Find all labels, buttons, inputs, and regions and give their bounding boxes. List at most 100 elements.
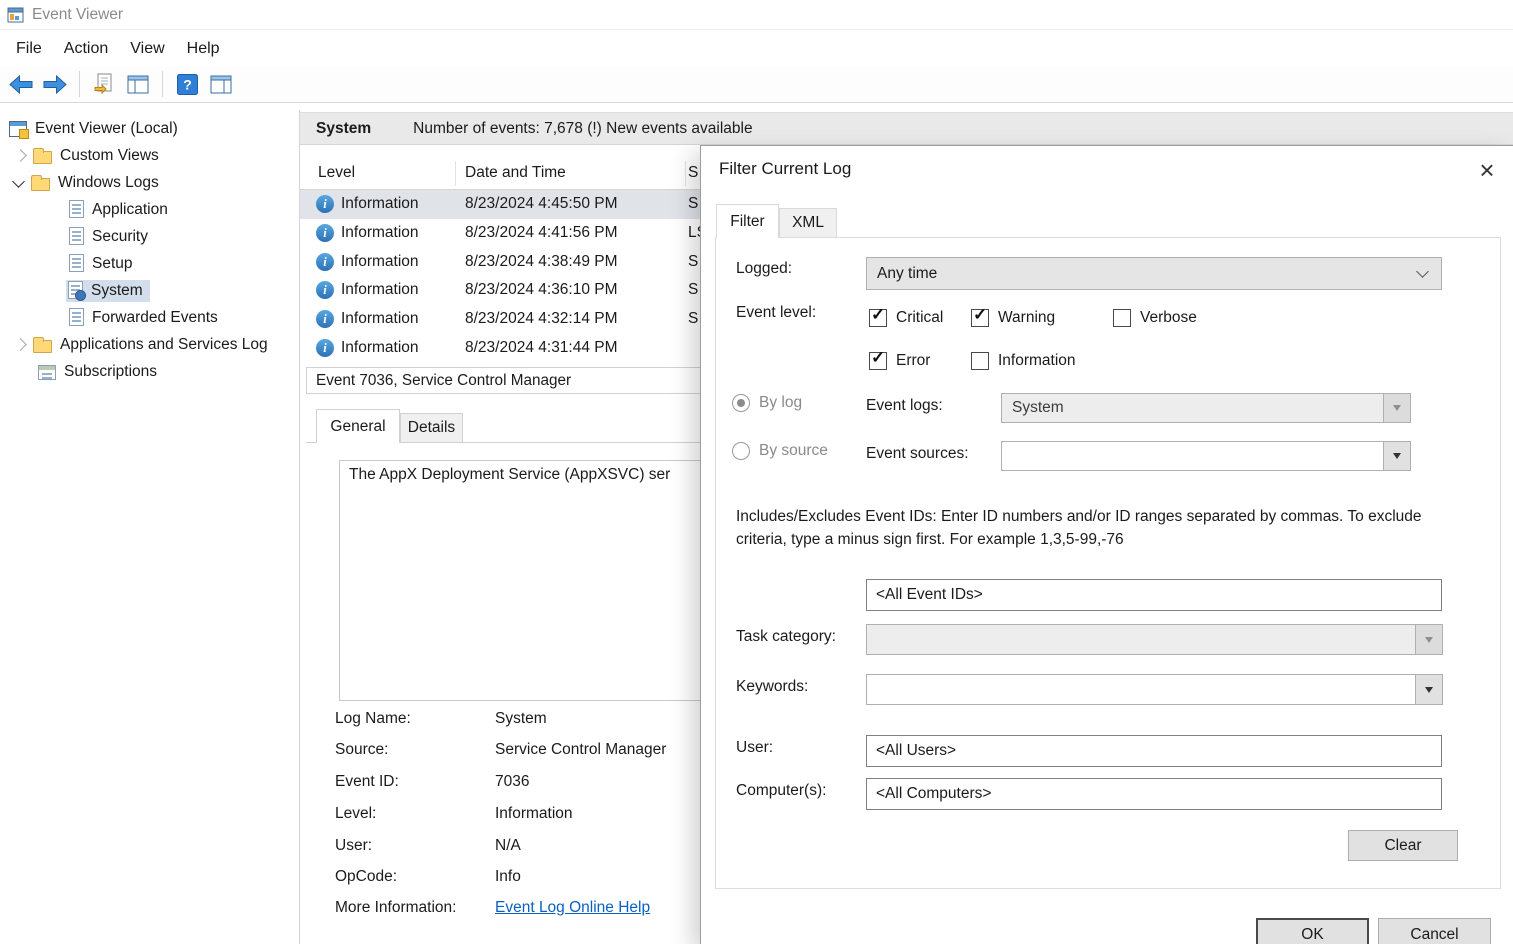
event-datetime: 8/23/2024 4:31:44 PM bbox=[465, 338, 618, 356]
detail-field: OpCode: Info bbox=[335, 868, 521, 886]
dropdown-button[interactable] bbox=[1383, 442, 1410, 470]
menu-help[interactable]: Help bbox=[176, 34, 231, 64]
computers-input[interactable] bbox=[866, 778, 1442, 810]
column-date-time[interactable]: Date and Time bbox=[465, 164, 566, 182]
folder-icon bbox=[31, 175, 50, 191]
information-icon bbox=[316, 224, 334, 243]
folder-icon bbox=[33, 148, 52, 164]
event-datetime: 8/23/2024 4:45:50 PM bbox=[465, 195, 618, 213]
critical-checkbox[interactable] bbox=[869, 309, 887, 327]
event-sources-dropdown[interactable] bbox=[1001, 441, 1411, 471]
information-checkbox[interactable] bbox=[971, 352, 989, 370]
event-ids-input[interactable] bbox=[866, 579, 1442, 611]
event-datetime: 8/23/2024 4:41:56 PM bbox=[465, 224, 618, 242]
event-logs-dropdown[interactable]: System bbox=[1001, 393, 1411, 423]
tree-item-custom-views[interactable]: Custom Views bbox=[0, 142, 299, 169]
verbose-checkbox[interactable] bbox=[1113, 309, 1131, 327]
tree-item-security[interactable]: Security bbox=[0, 223, 299, 250]
by-source-radio[interactable] bbox=[732, 442, 750, 460]
column-level[interactable]: Level bbox=[318, 164, 355, 182]
console-tree-icon bbox=[127, 75, 149, 93]
tree-item-setup[interactable]: Setup bbox=[0, 250, 299, 277]
tree-item-forwarded-events[interactable]: Forwarded Events bbox=[0, 304, 299, 331]
log-icon bbox=[69, 200, 84, 218]
event-description-text: The AppX Deployment Service (AppXSVC) se… bbox=[349, 466, 671, 483]
tab-filter[interactable]: Filter bbox=[716, 204, 779, 238]
user-input[interactable] bbox=[866, 735, 1442, 767]
error-checkbox[interactable] bbox=[869, 352, 887, 370]
svg-text:?: ? bbox=[183, 76, 192, 92]
column-source[interactable]: S bbox=[688, 164, 698, 182]
event-log-online-help-link[interactable]: Event Log Online Help bbox=[495, 899, 650, 917]
tree-item-event-viewer-local[interactable]: Event Viewer (Local) bbox=[0, 115, 299, 142]
field-value: Service Control Manager bbox=[495, 741, 667, 758]
tree-item-label: Subscriptions bbox=[64, 362, 158, 380]
keywords-dropdown[interactable] bbox=[866, 674, 1443, 705]
show-action-pane-button[interactable] bbox=[204, 69, 238, 99]
tree-item-system[interactable]: System bbox=[0, 277, 299, 304]
keywords-label: Keywords: bbox=[736, 678, 809, 695]
by-log-radio[interactable] bbox=[732, 394, 750, 412]
chevron-down-icon[interactable] bbox=[12, 174, 25, 188]
event-source: S bbox=[688, 310, 699, 328]
tree-item-subscriptions[interactable]: Subscriptions bbox=[0, 358, 299, 385]
log-icon bbox=[69, 308, 84, 326]
subscriptions-icon bbox=[38, 364, 56, 380]
console-tree: Event Viewer (Local) Custom Views Window… bbox=[0, 110, 300, 944]
open-saved-log-button[interactable] bbox=[87, 69, 121, 99]
tab-xml[interactable]: XML bbox=[779, 208, 837, 237]
tree-item-label: Setup bbox=[92, 254, 133, 272]
event-level: Information bbox=[341, 224, 419, 242]
back-arrow-icon bbox=[9, 74, 33, 94]
dropdown-button[interactable] bbox=[1415, 675, 1442, 704]
chevron-right-icon[interactable] bbox=[14, 149, 27, 162]
tab-details[interactable]: Details bbox=[400, 413, 463, 442]
event-level: Information bbox=[341, 338, 419, 356]
forward-button[interactable] bbox=[38, 69, 72, 99]
event-logs-value: System bbox=[1012, 399, 1064, 416]
event-level-label: Event level: bbox=[736, 304, 817, 321]
help-icon: ? bbox=[176, 73, 198, 95]
tab-general[interactable]: General bbox=[316, 409, 400, 443]
critical-checkbox-row: Critical bbox=[869, 309, 943, 327]
menu-action[interactable]: Action bbox=[53, 34, 119, 64]
chevron-right-icon[interactable] bbox=[14, 338, 27, 351]
column-divider[interactable] bbox=[685, 161, 686, 186]
tree-item-label: System bbox=[91, 281, 143, 299]
information-icon bbox=[316, 252, 334, 271]
warning-checkbox[interactable] bbox=[971, 309, 989, 327]
clear-button[interactable]: Clear bbox=[1348, 830, 1458, 861]
ok-button[interactable]: OK bbox=[1256, 918, 1369, 944]
event-datetime: 8/23/2024 4:32:14 PM bbox=[465, 310, 618, 328]
tree-item-application[interactable]: Application bbox=[0, 196, 299, 223]
column-divider[interactable] bbox=[455, 161, 456, 186]
menu-file[interactable]: File bbox=[5, 34, 53, 64]
toolbar-separator bbox=[79, 71, 80, 97]
dropdown-button[interactable] bbox=[1415, 625, 1442, 654]
cancel-button[interactable]: Cancel bbox=[1378, 918, 1491, 944]
task-category-dropdown[interactable] bbox=[866, 624, 1443, 655]
field-value: System bbox=[495, 710, 547, 727]
tree-item-label: Application bbox=[92, 200, 168, 218]
field-value: 7036 bbox=[495, 773, 530, 790]
information-icon bbox=[316, 310, 334, 329]
field-value: Info bbox=[495, 868, 521, 885]
menu-view[interactable]: View bbox=[119, 34, 175, 64]
event-sources-label: Event sources: bbox=[866, 445, 969, 462]
app-icon bbox=[7, 6, 25, 24]
help-button[interactable]: ? bbox=[170, 69, 204, 99]
logged-value: Any time bbox=[877, 264, 938, 282]
tree-item-label: Custom Views bbox=[60, 146, 159, 164]
logged-dropdown[interactable]: Any time bbox=[866, 257, 1442, 290]
back-button[interactable] bbox=[4, 69, 38, 99]
dropdown-button[interactable] bbox=[1383, 394, 1410, 422]
tree-item-applications-services-logs[interactable]: Applications and Services Log bbox=[0, 331, 299, 358]
show-console-tree-button[interactable] bbox=[121, 69, 155, 99]
information-icon bbox=[316, 281, 334, 300]
field-value: Information bbox=[495, 805, 573, 822]
tree-item-windows-logs[interactable]: Windows Logs bbox=[0, 169, 299, 196]
close-icon[interactable] bbox=[1471, 154, 1503, 186]
warning-label: Warning bbox=[998, 309, 1056, 326]
forward-arrow-icon bbox=[43, 74, 67, 94]
field-label: Level: bbox=[335, 805, 377, 822]
